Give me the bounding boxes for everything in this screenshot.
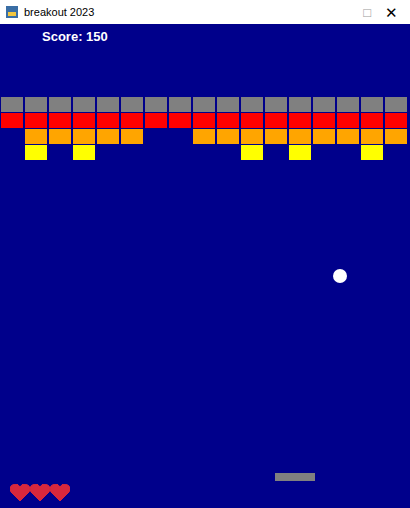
brick bbox=[265, 97, 287, 112]
brick-wall bbox=[0, 97, 410, 160]
brick bbox=[289, 113, 311, 128]
brick bbox=[385, 113, 407, 128]
game-area: Score: 150 bbox=[0, 24, 410, 508]
brick bbox=[121, 129, 143, 144]
empty-brick-slot bbox=[1, 145, 23, 160]
brick bbox=[385, 129, 407, 144]
paddle[interactable] bbox=[275, 473, 315, 481]
brick bbox=[337, 97, 359, 112]
brick bbox=[25, 129, 47, 144]
empty-brick-slot bbox=[313, 145, 335, 160]
empty-brick-slot bbox=[385, 145, 407, 160]
brick bbox=[289, 145, 311, 160]
heart-icon bbox=[10, 484, 30, 501]
lives bbox=[10, 484, 70, 501]
brick bbox=[217, 113, 239, 128]
brick bbox=[337, 129, 359, 144]
brick bbox=[169, 97, 191, 112]
empty-brick-slot bbox=[337, 145, 359, 160]
empty-brick-slot bbox=[265, 145, 287, 160]
empty-brick-slot bbox=[121, 145, 143, 160]
brick bbox=[1, 113, 23, 128]
brick bbox=[25, 113, 47, 128]
brick bbox=[361, 113, 383, 128]
title-bar: breakout 2023 □ ✕ bbox=[0, 0, 410, 24]
brick bbox=[313, 129, 335, 144]
brick bbox=[193, 97, 215, 112]
empty-brick-slot bbox=[1, 129, 23, 144]
brick bbox=[265, 129, 287, 144]
brick bbox=[337, 113, 359, 128]
brick bbox=[217, 129, 239, 144]
brick bbox=[145, 113, 167, 128]
heart-icon bbox=[50, 484, 70, 501]
brick bbox=[121, 97, 143, 112]
brick bbox=[97, 97, 119, 112]
brick bbox=[361, 145, 383, 160]
game-window: breakout 2023 □ ✕ Score: 150 bbox=[0, 0, 410, 508]
empty-brick-slot bbox=[169, 129, 191, 144]
brick bbox=[49, 113, 71, 128]
empty-brick-slot bbox=[217, 145, 239, 160]
score: Score: 150 bbox=[0, 24, 410, 45]
brick bbox=[73, 145, 95, 160]
brick bbox=[361, 97, 383, 112]
brick bbox=[97, 113, 119, 128]
empty-brick-slot bbox=[145, 145, 167, 160]
brick bbox=[289, 97, 311, 112]
brick bbox=[385, 97, 407, 112]
brick bbox=[73, 97, 95, 112]
brick bbox=[241, 145, 263, 160]
brick bbox=[49, 97, 71, 112]
ball bbox=[333, 269, 347, 283]
brick bbox=[25, 145, 47, 160]
brick bbox=[121, 113, 143, 128]
window-button[interactable]: ✕ bbox=[385, 5, 398, 20]
brick bbox=[289, 129, 311, 144]
empty-brick-slot bbox=[193, 145, 215, 160]
heart-icon bbox=[30, 484, 50, 501]
brick bbox=[73, 129, 95, 144]
window-title: breakout 2023 bbox=[24, 6, 357, 18]
brick bbox=[313, 113, 335, 128]
brick bbox=[49, 129, 71, 144]
brick bbox=[217, 97, 239, 112]
empty-brick-slot bbox=[145, 129, 167, 144]
brick bbox=[361, 129, 383, 144]
brick bbox=[169, 113, 191, 128]
empty-brick-slot bbox=[49, 145, 71, 160]
brick bbox=[1, 97, 23, 112]
brick bbox=[241, 129, 263, 144]
brick bbox=[241, 113, 263, 128]
brick bbox=[193, 113, 215, 128]
brick bbox=[241, 97, 263, 112]
brick bbox=[97, 129, 119, 144]
app-icon bbox=[6, 6, 18, 18]
empty-brick-slot bbox=[169, 145, 191, 160]
brick bbox=[73, 113, 95, 128]
brick bbox=[25, 97, 47, 112]
brick bbox=[313, 97, 335, 112]
window-button[interactable]: □ bbox=[363, 6, 371, 19]
brick bbox=[193, 129, 215, 144]
brick bbox=[265, 113, 287, 128]
brick bbox=[145, 97, 167, 112]
empty-brick-slot bbox=[97, 145, 119, 160]
